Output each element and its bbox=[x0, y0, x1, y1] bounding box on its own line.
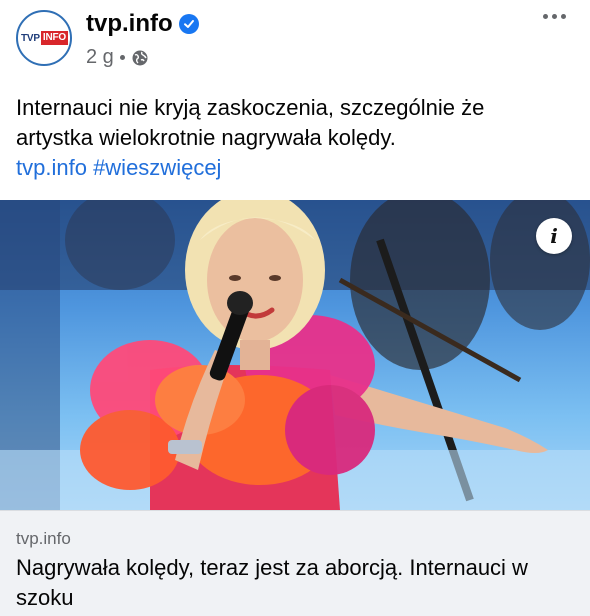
info-icon[interactable]: i bbox=[536, 218, 572, 254]
logo-text-right: INFO bbox=[40, 31, 68, 45]
separator-dot bbox=[119, 55, 125, 60]
post-text: Internauci nie kryją zaskoczenia, szczeg… bbox=[16, 93, 576, 183]
link-domain: tvp.info bbox=[16, 529, 71, 548]
post-header: TVP INFO tvp.info 2 g bbox=[0, 0, 590, 84]
more-options-icon[interactable] bbox=[543, 14, 566, 19]
link-headline[interactable]: Nagrywała kolędy, teraz jest za aborcją.… bbox=[16, 553, 581, 613]
verified-badge-icon bbox=[178, 14, 199, 34]
link-preview-card[interactable]: tvp.info Nagrywała kolędy, teraz jest za… bbox=[0, 510, 590, 616]
post-text-line: Internauci nie kryją zaskoczenia, szczeg… bbox=[16, 95, 485, 120]
site-link[interactable]: tvp.info bbox=[16, 155, 87, 180]
post-time[interactable]: 2 g bbox=[86, 46, 114, 69]
page-avatar[interactable]: TVP INFO bbox=[16, 10, 72, 66]
page-name[interactable]: tvp.info bbox=[86, 10, 199, 38]
page-name-text[interactable]: tvp.info bbox=[86, 10, 173, 38]
post-text-line: artystka wielokrotnie nagrywała kolędy. bbox=[16, 125, 396, 150]
post-photo[interactable]: i bbox=[0, 200, 590, 510]
post-links: tvp.info #wieszwięcej bbox=[16, 153, 576, 183]
post-meta: 2 g bbox=[86, 46, 149, 69]
hashtag-link[interactable]: #wieszwięcej bbox=[93, 155, 221, 180]
singer-photo bbox=[0, 200, 590, 510]
globe-icon bbox=[132, 50, 148, 65]
logo-text-left: TVP bbox=[21, 32, 40, 44]
tvp-info-logo: TVP INFO bbox=[20, 31, 68, 45]
